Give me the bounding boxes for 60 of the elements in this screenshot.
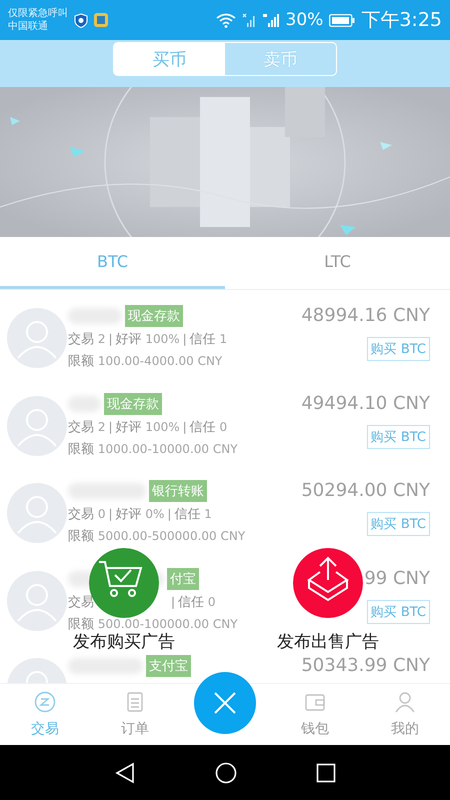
price-text: 50294.00 CNY bbox=[301, 479, 430, 503]
nav-tab[interactable]: 钱包 bbox=[270, 684, 360, 745]
stat-text: 交易 0 bbox=[68, 506, 106, 523]
payment-tag: 银行转账 bbox=[149, 480, 207, 502]
payment-tag: 现金存款 bbox=[104, 392, 162, 414]
buy-button[interactable]: 购买 BTC bbox=[366, 337, 430, 361]
user-icon bbox=[393, 690, 417, 714]
trade-icon bbox=[33, 690, 57, 714]
app-icon bbox=[94, 13, 108, 27]
coin-tab[interactable]: BTC bbox=[0, 237, 225, 289]
nav-tab[interactable]: 订单 bbox=[90, 684, 180, 745]
stat-text: 交易 2 bbox=[68, 418, 106, 436]
price-text: 99 CNY bbox=[364, 566, 430, 590]
avatar-icon bbox=[7, 570, 67, 630]
stat-text: | 好评 100% bbox=[107, 331, 180, 348]
clock-time: 下午3:25 bbox=[361, 8, 442, 33]
limit-text: 限额 500.00-100000.00 CNY bbox=[68, 616, 238, 632]
stat-text: | 好评 0% bbox=[107, 506, 164, 523]
avatar-icon bbox=[7, 396, 67, 456]
menu-label[interactable]: 发布购买广告 bbox=[73, 630, 175, 653]
carrier-name: 中国联通 bbox=[8, 20, 49, 33]
stat-text: | 信任 0 bbox=[170, 594, 216, 610]
price-text: 48994.16 CNY bbox=[301, 304, 430, 328]
coin-tab[interactable]: LTC bbox=[225, 237, 450, 289]
stat-text: 交易 bbox=[68, 594, 94, 610]
upload-box-icon[interactable] bbox=[293, 548, 363, 618]
back-icon[interactable] bbox=[114, 762, 136, 784]
payment-tag: 支付宝 bbox=[146, 655, 191, 677]
carrier-text: 仅限紧急呼叫 bbox=[8, 7, 68, 20]
buy-button[interactable]: 购买 BTC bbox=[366, 512, 430, 536]
recents-icon[interactable] bbox=[316, 762, 336, 782]
buy-button[interactable]: 购买 BTC bbox=[366, 424, 430, 448]
signal-icon bbox=[262, 12, 280, 28]
limit-text: 限额 100.00-4000.00 CNY bbox=[68, 353, 222, 370]
nav-tab[interactable]: 交易 bbox=[0, 684, 90, 745]
segment-tab[interactable]: 卖币 bbox=[225, 43, 336, 75]
avatar-icon bbox=[7, 483, 67, 543]
payment-tag: 现金存款 bbox=[125, 305, 183, 327]
segment-tab[interactable]: 买币 bbox=[114, 43, 225, 75]
payment-tag: 付宝 bbox=[167, 568, 199, 590]
nav-tab[interactable]: 我的 bbox=[360, 684, 450, 745]
price-text: 49494.10 CNY bbox=[301, 392, 430, 416]
battery-percent: 30% bbox=[286, 10, 324, 30]
avatar-icon bbox=[7, 308, 67, 368]
stat-text: | 信任 1 bbox=[182, 331, 228, 348]
close-icon[interactable] bbox=[194, 672, 256, 734]
shield-icon bbox=[74, 12, 88, 28]
battery-icon bbox=[329, 14, 356, 26]
signal-icon bbox=[242, 12, 256, 28]
stat-text: | 信任 0 bbox=[182, 418, 228, 436]
stat-text: | 好评 100% bbox=[107, 418, 180, 436]
menu-label[interactable]: 发布出售广告 bbox=[277, 630, 379, 653]
limit-text: 限额 1000.00-10000.00 CNY bbox=[68, 440, 238, 458]
buy-button[interactable]: 购买 BTC bbox=[366, 600, 430, 624]
price-text: 50343.99 CNY bbox=[301, 654, 430, 678]
home-icon[interactable] bbox=[214, 762, 237, 784]
wifi-icon bbox=[216, 12, 236, 28]
limit-text: 限额 5000.00-500000.00 CNY bbox=[68, 528, 246, 545]
stat-text: | 信任 1 bbox=[166, 506, 212, 523]
stat-text: 交易 2 bbox=[68, 331, 106, 348]
